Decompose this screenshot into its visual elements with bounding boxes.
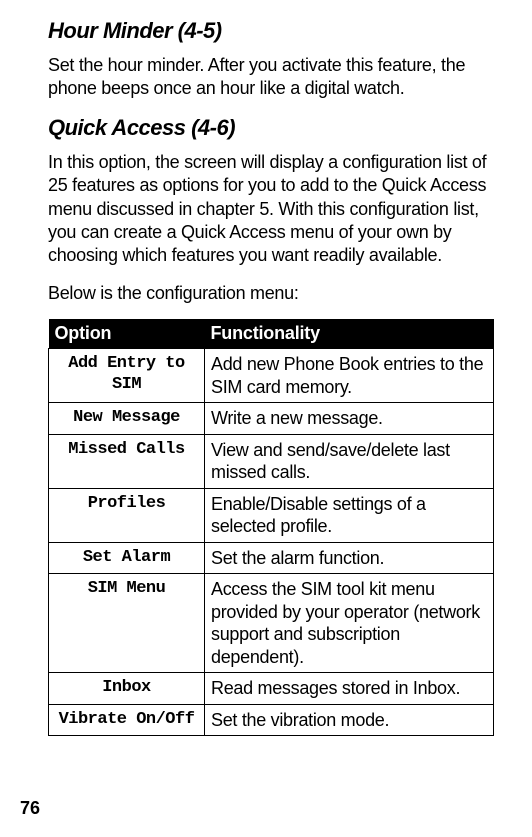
- table-row: Set Alarm Set the alarm function.: [49, 542, 494, 574]
- cell-option: Vibrate On/Off: [49, 704, 205, 736]
- page-number: 76: [20, 798, 40, 819]
- cell-option: Add Entry to SIM: [49, 349, 205, 403]
- cell-functionality: Add new Phone Book entries to the SIM ca…: [205, 349, 494, 403]
- cell-functionality: Set the vibration mode.: [205, 704, 494, 736]
- table-row: Vibrate On/Off Set the vibration mode.: [49, 704, 494, 736]
- paragraph-config-intro: Below is the configuration menu:: [48, 282, 494, 305]
- table-row: Inbox Read messages stored in Inbox.: [49, 673, 494, 705]
- paragraph-quick-access: In this option, the screen will display …: [48, 151, 494, 268]
- header-option: Option: [49, 319, 205, 349]
- cell-functionality: View and send/save/delete last missed ca…: [205, 434, 494, 488]
- cell-option: Profiles: [49, 488, 205, 542]
- cell-functionality: Set the alarm function.: [205, 542, 494, 574]
- cell-option: Missed Calls: [49, 434, 205, 488]
- table-row: New Message Write a new message.: [49, 403, 494, 435]
- table-row: Missed Calls View and send/save/delete l…: [49, 434, 494, 488]
- cell-option: SIM Menu: [49, 574, 205, 673]
- cell-functionality: Write a new message.: [205, 403, 494, 435]
- table-header-row: Option Functionality: [49, 319, 494, 349]
- table-row: Add Entry to SIM Add new Phone Book entr…: [49, 349, 494, 403]
- configuration-table: Option Functionality Add Entry to SIM Ad…: [48, 319, 494, 736]
- heading-hour-minder: Hour Minder (4-5): [48, 18, 494, 44]
- cell-option: New Message: [49, 403, 205, 435]
- table-row: SIM Menu Access the SIM tool kit menu pr…: [49, 574, 494, 673]
- header-functionality: Functionality: [205, 319, 494, 349]
- table-row: Profiles Enable/Disable settings of a se…: [49, 488, 494, 542]
- paragraph-hour-minder: Set the hour minder. After you activate …: [48, 54, 494, 101]
- cell-option: Set Alarm: [49, 542, 205, 574]
- cell-functionality: Read messages stored in Inbox.: [205, 673, 494, 705]
- cell-functionality: Access the SIM tool kit menu provided by…: [205, 574, 494, 673]
- heading-quick-access: Quick Access (4-6): [48, 115, 494, 141]
- cell-option: Inbox: [49, 673, 205, 705]
- cell-functionality: Enable/Disable settings of a selected pr…: [205, 488, 494, 542]
